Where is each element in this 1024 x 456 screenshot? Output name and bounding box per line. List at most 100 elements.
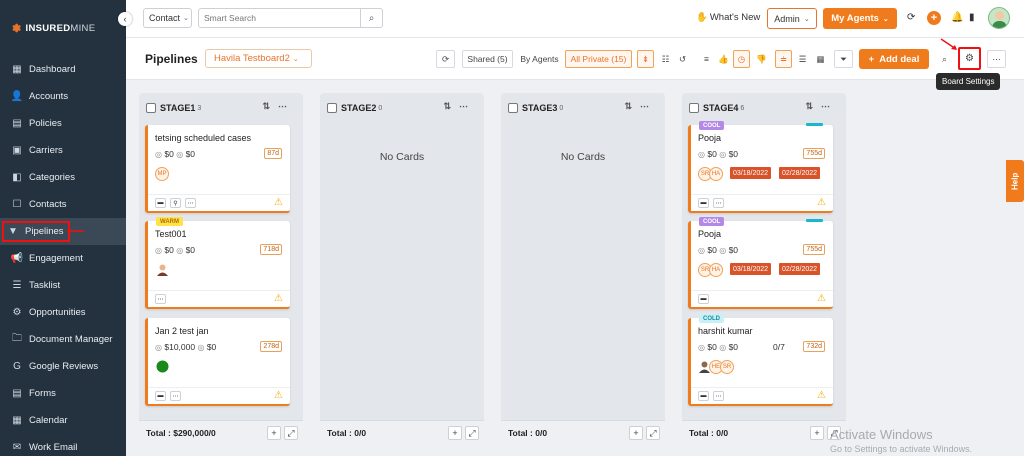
location-icon[interactable]: ⚲	[170, 198, 181, 208]
sidebar-item-tasklist[interactable]: ☰ Tasklist	[0, 272, 126, 299]
assignee-avatar[interactable]: MP	[155, 167, 169, 181]
more-icon[interactable]: ⋯	[459, 101, 476, 111]
more-options-icon[interactable]: ⋯	[987, 50, 1006, 68]
sidebar-item-dashboard[interactable]: ▦ Dashboard	[0, 56, 126, 83]
expand-icon[interactable]: ⤢	[646, 426, 660, 440]
sort-lines-icon[interactable]: ≐	[775, 50, 792, 68]
list-view-icon[interactable]: ☷	[657, 50, 674, 68]
by-agents-filter-button[interactable]: By Agents	[516, 50, 563, 68]
thumbs-down-icon[interactable]: 👎	[753, 50, 770, 68]
deal-title: Pooja	[698, 229, 722, 239]
sidebar-item-accounts[interactable]: 👤 Accounts	[0, 83, 126, 110]
more-icon[interactable]: ⋯	[713, 391, 724, 401]
search-icon[interactable]: ⌕	[360, 9, 382, 27]
sidebar-item-pipelines[interactable]: ▼ Pipelines	[0, 218, 126, 245]
expand-icon[interactable]: ⤢	[284, 426, 298, 440]
cold-tag: COLD	[699, 314, 724, 323]
history-view-icon[interactable]: ↺	[674, 50, 691, 68]
assignee-avatar[interactable]: SR	[720, 360, 734, 374]
sidebar-item-categories[interactable]: ◧ Categories	[0, 164, 126, 191]
refresh-board-button[interactable]: ⟳	[436, 50, 455, 68]
message-icon[interactable]: ▬	[698, 198, 709, 208]
phone-icon[interactable]: ▮	[969, 12, 975, 23]
sort-icon[interactable]: ⇅	[443, 101, 459, 111]
sort-icon[interactable]: ⇅	[805, 101, 821, 111]
admin-select[interactable]: Admin ⌄	[767, 8, 817, 29]
compact-list-icon[interactable]: ☰	[794, 50, 811, 68]
brand-logo[interactable]: ✽ INSURED MINE	[0, 0, 126, 56]
sidebar-item-calendar[interactable]: ▦ Calendar	[0, 407, 126, 434]
add-deal-label: Add deal	[879, 53, 920, 65]
more-icon[interactable]: ⋯	[185, 198, 196, 208]
search-board-icon[interactable]: ⌕	[935, 50, 954, 68]
bell-icon[interactable]: 🔔	[951, 12, 963, 23]
add-card-button[interactable]: +	[629, 426, 643, 440]
sidebar-item-label: Engagement	[29, 253, 83, 264]
person-avatar-icon[interactable]	[698, 360, 711, 373]
deal-card[interactable]: COOL Pooja ◎ $0 ◎ $0 755d SR HA 03/18/202…	[688, 121, 833, 213]
add-card-button[interactable]: +	[267, 426, 281, 440]
sidebar-item-carriers[interactable]: ▣ Carriers	[0, 137, 126, 164]
sidebar-item-opportunities[interactable]: ⚙ Opportunities	[0, 299, 126, 326]
board-settings-gear-icon[interactable]: ⚙	[958, 47, 981, 70]
quick-add-icon[interactable]: +	[927, 11, 941, 25]
menu-lines-icon[interactable]: ≡	[698, 50, 715, 68]
more-icon[interactable]: ⋯	[713, 198, 724, 208]
more-icon[interactable]: ⋯	[640, 101, 657, 111]
refresh-icon[interactable]: ⟳	[907, 12, 915, 23]
pipeline-select[interactable]: Havila Testboard2 ⌄	[205, 49, 312, 68]
help-tab[interactable]: Help	[1006, 160, 1024, 202]
expand-icon[interactable]: ⤢	[465, 426, 479, 440]
sidebar-item-engagement[interactable]: 📢 Engagement	[0, 245, 126, 272]
deal-card[interactable]: COLD harshit kumar ◎ $0 ◎ $0 0/7 732d HE…	[688, 314, 833, 406]
stage-count: 6	[740, 104, 745, 112]
board-view-icon[interactable]: ⇟	[637, 50, 654, 68]
sidebar-item-document-manager[interactable]: 🗀 Document Manager	[0, 326, 126, 353]
thumbs-up-icon[interactable]: 👍	[715, 50, 732, 68]
clock-icon[interactable]: ◷	[733, 50, 750, 68]
more-icon[interactable]: ⋯	[170, 391, 181, 401]
whats-new-link[interactable]: ✋ What's New	[696, 12, 760, 23]
more-icon[interactable]: ⋯	[821, 101, 838, 111]
add-card-button[interactable]: +	[810, 426, 824, 440]
message-icon[interactable]: ▬	[155, 391, 166, 401]
grid-view-icon[interactable]: ▦	[812, 50, 829, 68]
deal-title: Pooja	[698, 133, 722, 143]
sidebar-item-google-reviews[interactable]: G Google Reviews	[0, 353, 126, 380]
sidebar-collapse-button[interactable]: ‹	[118, 12, 132, 26]
sidebar-item-contacts[interactable]: ☐ Contacts	[0, 191, 126, 218]
deal-card[interactable]: WARM Test001 ◎ $0 ◎ $0 718d ⋯ ⚠	[145, 217, 290, 309]
context-select[interactable]: Contact ⌄	[143, 8, 192, 28]
sidebar-item-forms[interactable]: ▤ Forms	[0, 380, 126, 407]
select-stage-checkbox[interactable]	[689, 103, 699, 113]
deal-card[interactable]: COOL Pooja ◎ $0 ◎ $0 755d SR HA 03/18/202…	[688, 217, 833, 309]
deal-value: $0	[707, 342, 717, 352]
message-icon[interactable]: ▬	[155, 198, 166, 208]
my-agents-button[interactable]: My Agents ⌄	[823, 8, 897, 29]
add-card-button[interactable]: +	[448, 426, 462, 440]
add-deal-button[interactable]: + Add deal	[859, 49, 929, 69]
sort-icon[interactable]: ⇅	[624, 101, 640, 111]
select-stage-checkbox[interactable]	[327, 103, 337, 113]
message-icon[interactable]: ▬	[698, 391, 709, 401]
deal-card[interactable]: tetsing scheduled cases ◎ $0 ◎ $0 87d MP…	[145, 125, 290, 213]
assignee-avatar[interactable]: HA	[709, 167, 723, 181]
sidebar-item-policies[interactable]: ▤ Policies	[0, 110, 126, 137]
message-icon[interactable]: ▬	[698, 294, 709, 304]
select-stage-checkbox[interactable]	[508, 103, 518, 113]
filter-icon[interactable]: ⏷	[834, 50, 853, 68]
sort-icon[interactable]: ⇅	[262, 101, 278, 111]
select-stage-checkbox[interactable]	[146, 103, 156, 113]
deal-card[interactable]: Jan 2 test jan ◎ $10,000 ◎ $0 278d ▬ ⋯ ⚠	[145, 318, 290, 406]
green-avatar-icon[interactable]	[156, 360, 169, 373]
sidebar-item-work-email[interactable]: ✉ Work Email	[0, 434, 126, 456]
search-input[interactable]	[199, 9, 359, 27]
shared-filter-button[interactable]: Shared (5)	[462, 50, 513, 68]
assignee-avatar[interactable]: HA	[709, 263, 723, 277]
all-private-filter-button[interactable]: All Private (15)	[565, 50, 632, 68]
person-avatar-icon[interactable]	[156, 263, 169, 276]
coin-icon: ◎	[698, 343, 705, 352]
more-icon[interactable]: ⋯	[155, 294, 166, 304]
user-avatar[interactable]	[988, 7, 1010, 29]
more-icon[interactable]: ⋯	[278, 101, 295, 111]
